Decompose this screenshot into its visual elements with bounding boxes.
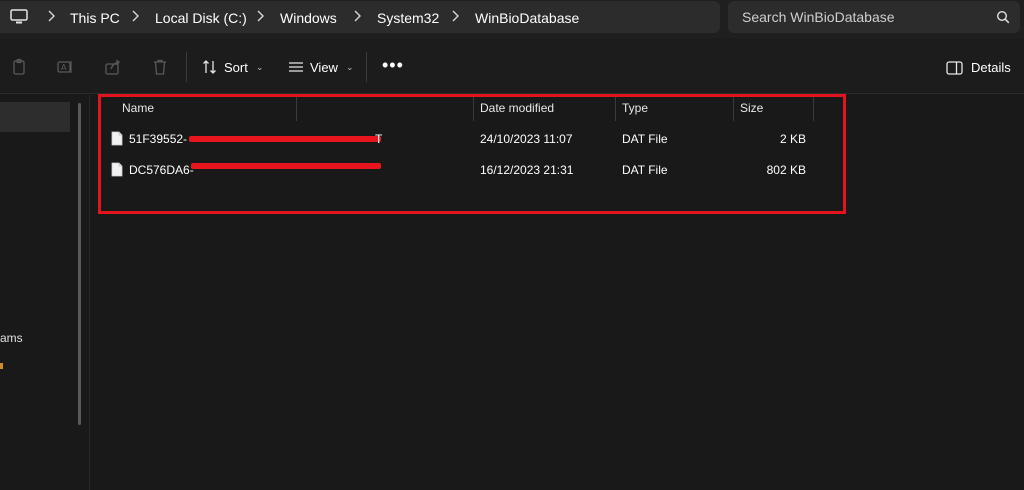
toolbar-divider xyxy=(186,52,187,82)
address-bar[interactable]: This PC Local Disk (C:) Windows System32… xyxy=(0,1,720,33)
nav-scrollbar[interactable] xyxy=(78,103,81,425)
toolbar-divider xyxy=(366,52,367,82)
delete-icon[interactable] xyxy=(151,58,169,76)
chevron-down-icon: ⌄ xyxy=(255,61,264,72)
details-label: Details xyxy=(971,60,1011,75)
share-icon[interactable] xyxy=(104,58,122,76)
details-pane-icon xyxy=(946,60,963,75)
view-button[interactable]: View ⌄ xyxy=(288,57,354,77)
nav-item-icon xyxy=(0,363,3,369)
breadcrumb-this-pc[interactable]: This PC xyxy=(70,10,120,26)
view-icon xyxy=(289,62,303,72)
sort-icon xyxy=(203,60,216,74)
search-box[interactable]: Search WinBioDatabase xyxy=(728,1,1020,33)
search-icon xyxy=(996,10,1010,24)
more-options-button[interactable]: ••• xyxy=(382,56,404,74)
highlight-box xyxy=(98,94,846,214)
view-label: View xyxy=(310,59,338,75)
pc-icon xyxy=(10,9,28,24)
breadcrumb-system32[interactable]: System32 xyxy=(377,10,439,26)
chevron-right-icon xyxy=(257,10,264,22)
sort-button[interactable]: Sort ⌄ xyxy=(202,57,263,77)
chevron-down-icon: ⌄ xyxy=(345,61,354,72)
copy-icon[interactable] xyxy=(10,58,28,76)
chevron-right-icon xyxy=(48,10,55,22)
chevron-right-icon xyxy=(354,10,361,22)
svg-text:A: A xyxy=(61,63,67,72)
breadcrumb-winbiodatabase[interactable]: WinBioDatabase xyxy=(475,10,579,26)
chevron-right-icon xyxy=(132,10,139,22)
title-bar: This PC Local Disk (C:) Windows System32… xyxy=(0,0,1024,38)
details-button[interactable]: Details xyxy=(946,60,1011,75)
breadcrumb-local-disk[interactable]: Local Disk (C:) xyxy=(155,10,247,26)
sort-label: Sort xyxy=(224,59,248,75)
command-bar: A Sort ⌄ View ⌄ ••• Details xyxy=(0,38,1024,94)
breadcrumb-windows[interactable]: Windows xyxy=(280,10,337,26)
nav-item-label[interactable]: ams xyxy=(0,331,23,345)
chevron-right-icon xyxy=(452,10,459,22)
search-input[interactable]: Search WinBioDatabase xyxy=(742,9,895,25)
nav-selected-item[interactable] xyxy=(0,102,70,132)
navigation-pane[interactable]: ams xyxy=(0,95,90,490)
rename-icon[interactable]: A xyxy=(56,58,74,76)
